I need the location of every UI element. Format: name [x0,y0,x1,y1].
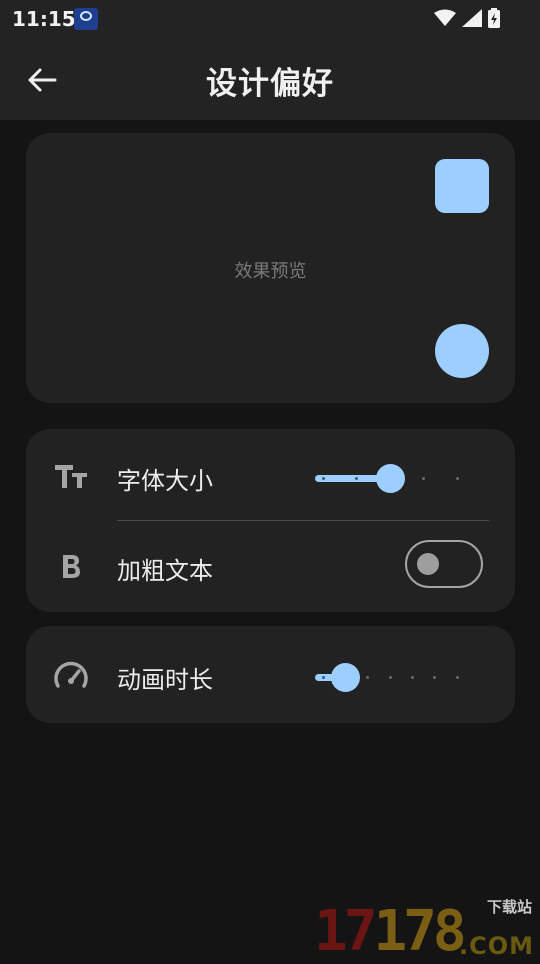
status-indicators [434,8,500,28]
font-size-label: 字体大小 [117,467,213,495]
slider-tick [355,477,358,480]
battery-charging-icon [488,8,500,28]
slider-tick [455,676,459,679]
bold-icon [54,549,88,583]
wifi-icon [434,9,456,26]
cell-signal-icon [462,9,482,27]
preview-square-shape [435,159,489,213]
font-size-row: 字体大小 [26,431,515,519]
slider-thumb[interactable] [375,464,405,493]
watermark-domain: .COM [458,932,534,960]
bold-text-toggle[interactable] [405,540,483,588]
animation-duration-slider[interactable] [315,662,465,692]
speedometer-icon [54,658,88,692]
toggle-knob [417,553,439,575]
text-size-icon [54,459,88,493]
slider-tick [321,676,325,679]
site-watermark-logo: 下载站 17178 .COM [314,894,536,960]
app-bar: 设计偏好 [0,36,540,120]
text-settings-card: 字体大小 加粗文本 [26,429,515,612]
font-size-slider[interactable] [315,463,465,493]
slider-tick [366,676,370,679]
slider-tick [422,477,425,480]
animation-duration-row: 动画时长 [26,630,515,718]
status-time: 11:15 [12,7,76,31]
slider-tick [455,477,459,480]
slider-tick [433,676,437,679]
preview-circle-shape [435,324,489,378]
preview-label: 效果预览 [234,261,307,282]
watermark-subtitle: 下载站 [486,898,532,916]
watermark-digits: 17178 [314,899,467,964]
notification-app-icon [74,8,98,30]
page-title: 设计偏好 [206,66,334,102]
slider-tick [410,676,414,679]
bold-text-label: 加粗文本 [117,557,213,585]
slider-tick [321,477,325,480]
animation-settings-card: 动画时长 [26,626,515,723]
animation-duration-label: 动画时长 [117,666,213,694]
slider-thumb[interactable] [331,663,361,692]
slider-tick [388,676,392,679]
status-bar: 11:15 [0,0,540,36]
preview-card: 效果预览 [26,133,515,403]
